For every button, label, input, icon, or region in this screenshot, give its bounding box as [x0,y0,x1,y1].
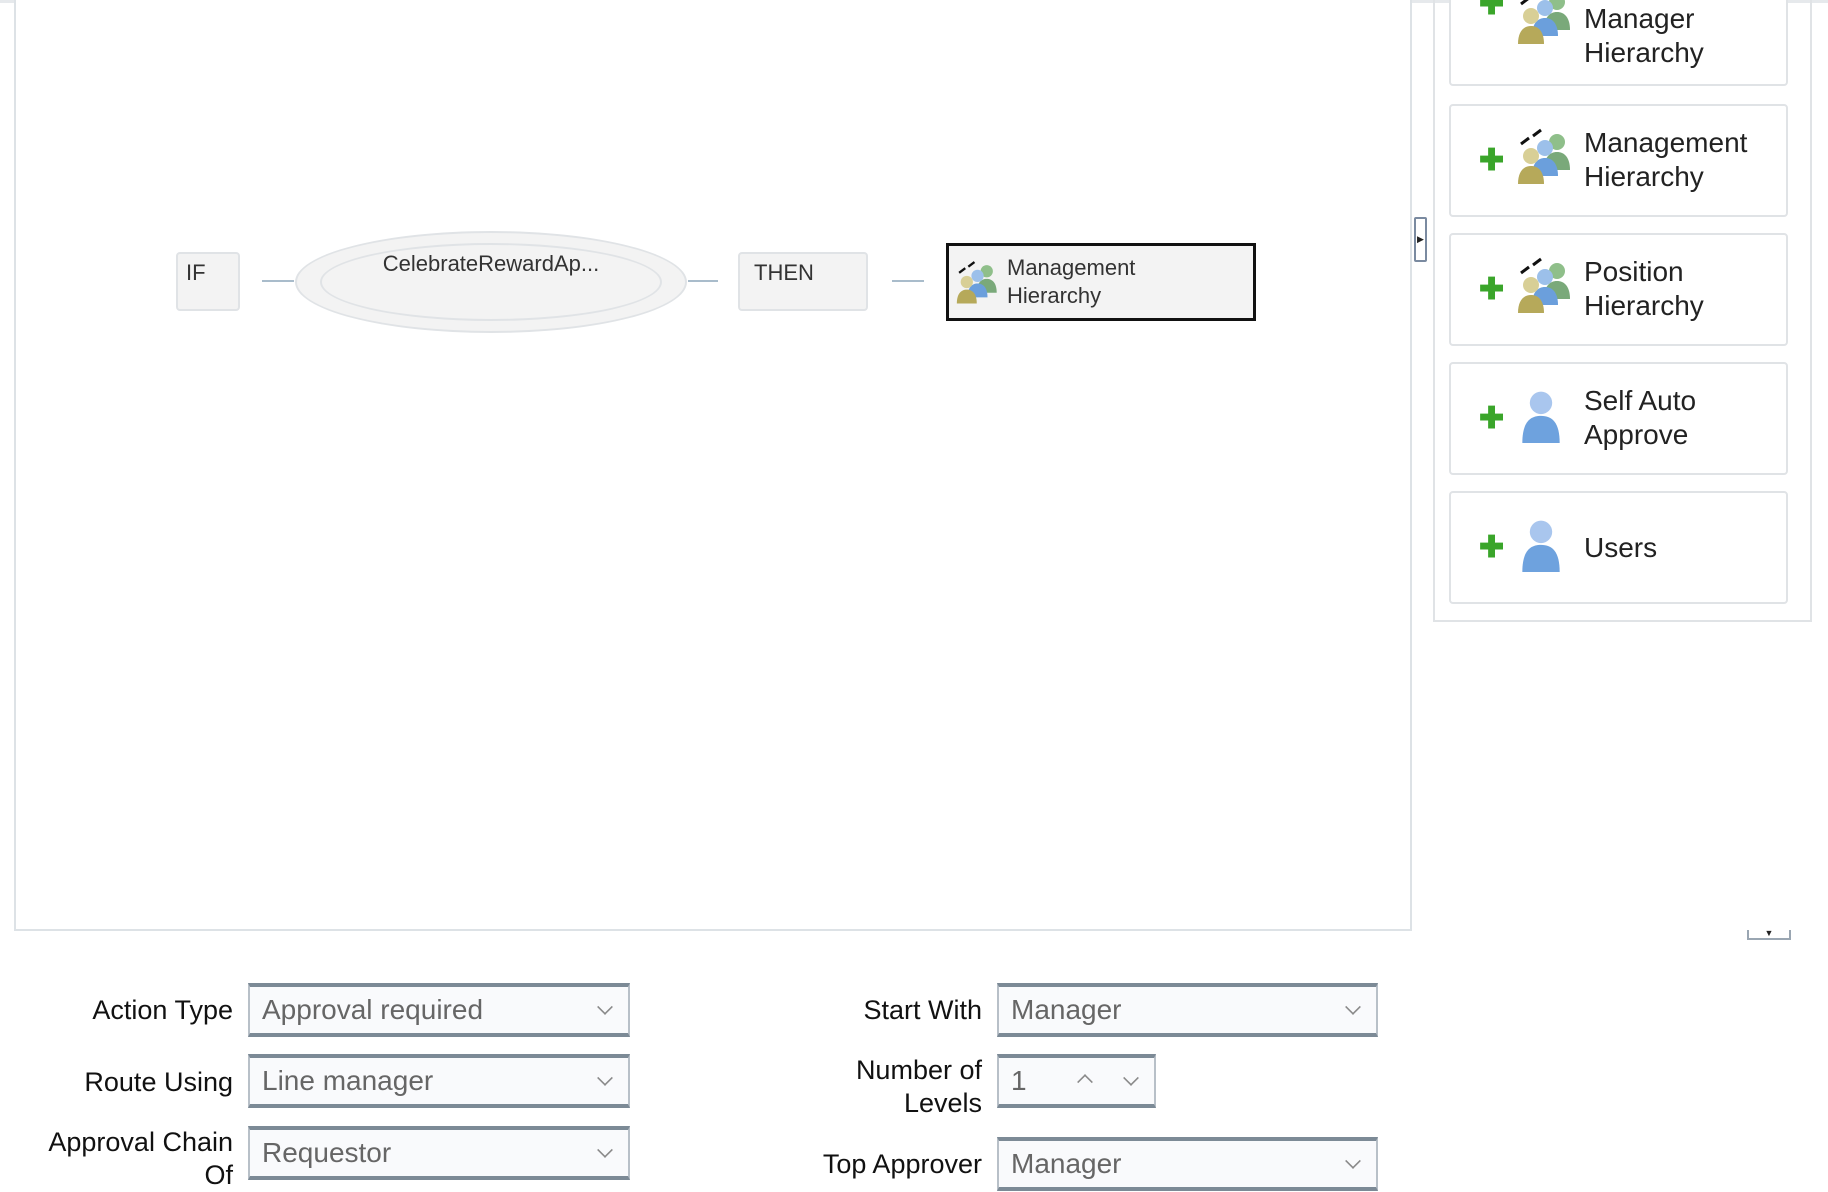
user-icon [1513,384,1569,446]
group-hierarchy-icon [1513,255,1573,315]
chevron-down-icon [1345,1153,1361,1169]
palette-item-self-auto-approve[interactable]: ✚ Self Auto Approve [1449,362,1788,475]
chevron-down-icon [1345,999,1361,1015]
action-type-label: Action Type [92,995,233,1025]
if-node[interactable]: IF [176,252,240,311]
number-of-levels-label: Number of Levels [855,1055,982,1118]
connector [688,280,718,282]
then-node[interactable]: THEN [738,252,868,311]
add-icon[interactable]: ✚ [1479,404,1504,434]
add-icon[interactable]: ✚ [1479,533,1504,563]
group-hierarchy-icon [1513,126,1573,186]
add-icon[interactable]: ✚ [1479,0,1504,20]
route-using-label: Route Using [84,1067,233,1097]
palette-item-position-hierarchy[interactable]: ✚ Position Hierarchy [1449,233,1788,346]
top-approver-value: Manager [1011,1148,1122,1179]
approval-chain-of-select[interactable]: Requestor [248,1126,630,1180]
start-with-select[interactable]: Manager [997,983,1378,1037]
connector [892,280,924,282]
number-of-levels-stepper[interactable]: 1 [997,1054,1156,1108]
rule-diagram-canvas[interactable] [14,0,1412,931]
action-type-select[interactable]: Approval required [248,983,630,1037]
route-using-select[interactable]: Line manager [248,1054,630,1108]
triangle-right-icon: ▶ [1417,234,1424,244]
palette-item-users[interactable]: ✚ Users [1449,491,1788,604]
start-with-value: Manager [1011,994,1122,1025]
expand-dropdown-button[interactable]: ▼ [1747,928,1791,940]
palette-item-label: Manager Hierarchy [1584,3,1704,68]
group-hierarchy-icon [1513,0,1573,46]
chevron-down-icon [597,1070,613,1086]
condition-label: CelebrateRewardAp... [382,251,600,276]
add-icon[interactable]: ✚ [1479,146,1504,176]
group-hierarchy-icon [953,259,999,305]
then-label: THEN [754,260,814,285]
triangle-down-icon: ▼ [1764,928,1774,938]
palette-item-label: Self Auto Approve [1584,385,1697,450]
user-icon [1513,513,1569,575]
palette-item-label: Position Hierarchy [1584,256,1704,321]
chevron-down-icon [597,1142,613,1158]
chevron-down-icon [597,999,613,1015]
add-icon[interactable]: ✚ [1479,275,1504,305]
collapse-palette-button[interactable]: ▶ [1414,217,1427,262]
action-type-value: Approval required [262,994,484,1025]
top-approver-label: Top Approver [822,1149,982,1179]
approval-chain-of-label: Approval Chain Of [48,1127,233,1190]
approval-chain-of-value: Requestor [262,1137,392,1168]
chevron-down-icon[interactable] [1123,1070,1139,1086]
route-using-value: Line manager [262,1065,434,1096]
palette-item-label: Management Hierarchy [1584,127,1748,192]
start-with-label: Start With [863,995,982,1025]
number-of-levels-value: 1 [1011,1065,1027,1096]
connector [262,280,294,282]
chevron-up-icon[interactable] [1077,1074,1093,1090]
palette-item-management-hierarchy[interactable]: ✚ Management Hierarchy [1449,104,1788,217]
action-label: Management Hierarchy [1007,255,1136,308]
palette-item-label: Users [1584,532,1658,563]
if-label: IF [186,260,206,285]
palette-item-manager-hierarchy[interactable]: ✚ Manager Hierarchy [1449,0,1788,86]
action-node-selected[interactable]: Management Hierarchy [946,243,1256,321]
top-approver-select[interactable]: Manager [997,1137,1378,1191]
